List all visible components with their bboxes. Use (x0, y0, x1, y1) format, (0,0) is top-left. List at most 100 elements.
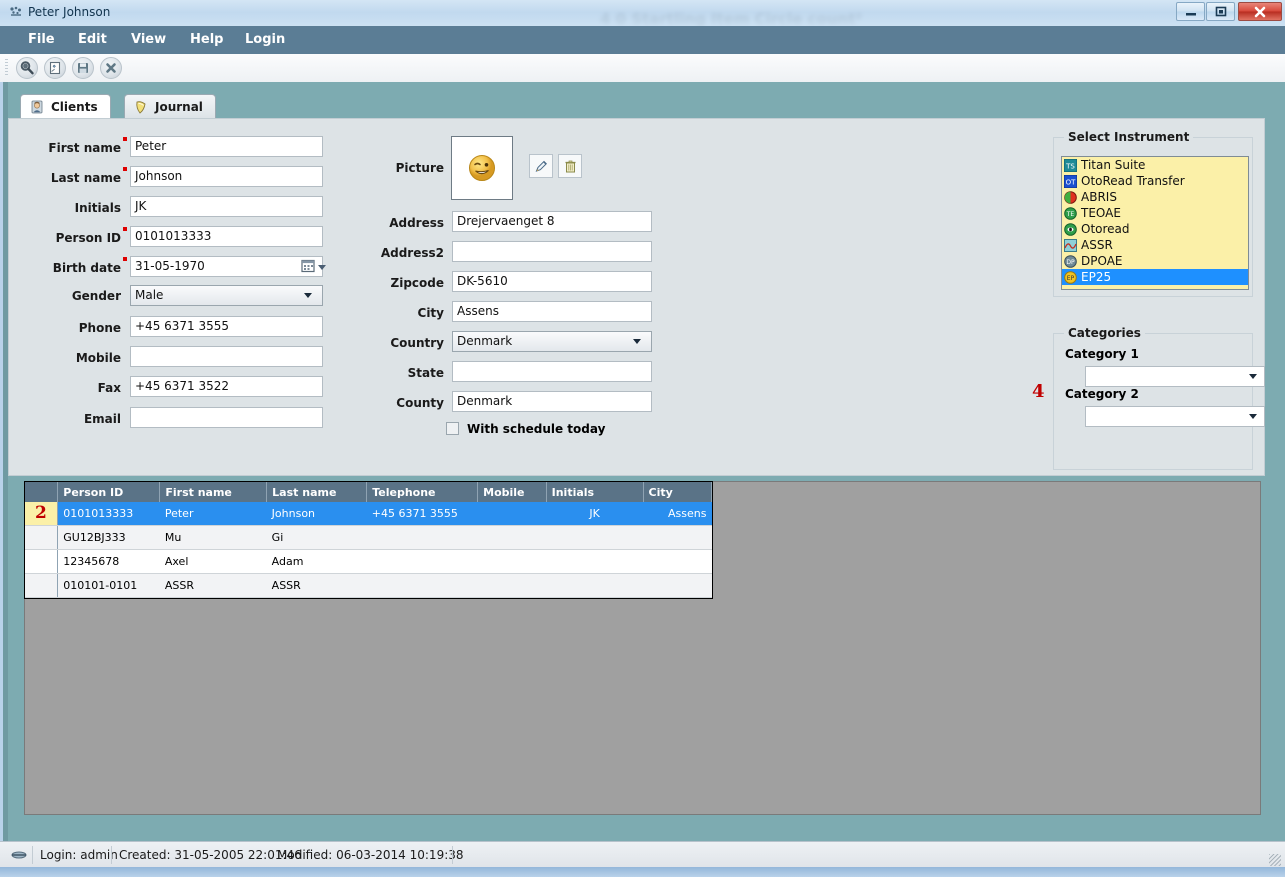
mobile-input[interactable] (130, 346, 323, 367)
column-city[interactable]: City (643, 482, 712, 502)
column-person-id[interactable]: Person ID (57, 482, 161, 502)
fax-input[interactable]: +45 6371 3522 (130, 376, 323, 397)
address2-input[interactable] (452, 241, 652, 262)
column-telephone[interactable]: Telephone (366, 482, 479, 502)
person-icon (29, 99, 45, 115)
search-button[interactable] (16, 57, 38, 79)
cell-telephone (366, 525, 478, 550)
table-row[interactable]: 2 0101013333 Peter Johnson +45 6371 3555… (25, 502, 712, 526)
cell-telephone (366, 549, 478, 574)
column-last-name[interactable]: Last name (266, 482, 368, 502)
cell-city (643, 525, 712, 550)
abris-icon (1064, 190, 1077, 204)
client-grid[interactable]: Person ID First name Last name Telephone… (24, 481, 713, 599)
country-select[interactable]: Denmark (452, 331, 652, 352)
instrument-list[interactable]: TS Titan Suite OT OtoRead Transfer ABRIS… (1061, 156, 1249, 290)
birth-date-dropdown-arrow[interactable] (318, 265, 326, 270)
person-id-input[interactable]: 0101013333 (130, 226, 323, 247)
instrument-item-ep25[interactable]: EP EP25 (1062, 269, 1248, 285)
category-1-select[interactable] (1085, 366, 1265, 387)
cell-city (643, 573, 712, 598)
otoread-icon (1064, 222, 1077, 236)
county-input[interactable]: Denmark (452, 391, 652, 412)
country-dropdown-arrow[interactable] (633, 339, 641, 344)
edit-picture-button[interactable] (529, 154, 553, 178)
svg-text:DP: DP (1066, 259, 1075, 266)
column-first-name[interactable]: First name (159, 482, 268, 502)
instrument-item-otoread-transfer[interactable]: OT OtoRead Transfer (1062, 173, 1248, 189)
column-initials[interactable]: Initials (546, 482, 644, 502)
delete-picture-button[interactable] (558, 154, 582, 178)
tab-clients[interactable]: Clients (20, 94, 111, 118)
dp-icon: DP (1064, 254, 1077, 268)
table-row[interactable]: 010101-0101 ASSR ASSR (25, 573, 712, 598)
annotation-2: 2 (35, 503, 47, 523)
cell-mobile (477, 549, 547, 574)
first-name-input[interactable]: Peter (130, 136, 323, 157)
menu-item-edit[interactable]: Edit (66, 26, 119, 54)
label-phone: Phone (78, 321, 121, 335)
instrument-item-teoae[interactable]: TE TEOAE (1062, 205, 1248, 221)
status-connection-icon (10, 848, 28, 862)
menu-item-view[interactable]: View (119, 26, 178, 54)
instrument-item-abris[interactable]: ABRIS (1062, 189, 1248, 205)
x-icon (101, 58, 121, 78)
menu-item-help[interactable]: Help (178, 26, 235, 54)
instrument-item-titan-suite[interactable]: TS Titan Suite (1062, 157, 1248, 173)
menu-item-file[interactable]: File (16, 26, 67, 54)
label-city: City (417, 306, 444, 320)
application-window: Peter Johnson File Edit View Help Login … (0, 0, 1285, 877)
gender-select[interactable]: Male (130, 285, 323, 306)
calendar-icon[interactable] (301, 259, 317, 274)
category-2-select[interactable] (1085, 406, 1265, 427)
with-schedule-today-checkbox[interactable] (446, 422, 459, 435)
label-state: State (407, 366, 444, 380)
cell-first-name: Axel (159, 549, 267, 574)
instrument-item-dpoae[interactable]: DP DPOAE (1062, 253, 1248, 269)
phone-input[interactable]: +45 6371 3555 (130, 316, 323, 337)
row-selector-cell[interactable] (25, 573, 59, 598)
minimize-button[interactable] (1176, 2, 1205, 21)
picture-thumbnail[interactable] (451, 136, 513, 200)
row-selector-cell[interactable] (25, 549, 59, 574)
gender-dropdown-arrow[interactable] (304, 293, 312, 298)
category-1-dropdown-arrow[interactable] (1249, 374, 1257, 379)
status-login: Login: admin (40, 848, 118, 862)
maximize-button[interactable] (1206, 2, 1235, 21)
toolbar-grip[interactable] (5, 59, 8, 77)
email-input[interactable] (130, 407, 323, 428)
cell-first-name: Peter (159, 502, 267, 526)
category-2-dropdown-arrow[interactable] (1249, 414, 1257, 419)
last-name-input[interactable]: Johnson (130, 166, 323, 187)
birth-date-input[interactable]: 31-05-1970 (130, 256, 323, 277)
tab-journal[interactable]: Journal (124, 94, 216, 118)
address-input[interactable]: Drejervaenget 8 (452, 211, 652, 232)
city-input[interactable]: Assens (452, 301, 652, 322)
app-icon (8, 5, 24, 21)
row-selector-cell[interactable]: 2 (25, 502, 59, 526)
close-window-button[interactable] (1238, 2, 1282, 21)
initials-input[interactable]: JK (130, 196, 323, 217)
instrument-item-otoread[interactable]: Otoread (1062, 221, 1248, 237)
instrument-item-assr[interactable]: ASSR (1062, 237, 1248, 253)
ts-icon: TS (1063, 158, 1078, 172)
cell-person-id: GU12BJ333 (57, 525, 160, 550)
label-zipcode: Zipcode (390, 276, 445, 290)
label-picture: Picture (395, 161, 444, 175)
menu-item-login[interactable]: Login (233, 26, 297, 54)
cancel-button[interactable] (100, 57, 122, 79)
cell-first-name: Mu (159, 525, 267, 550)
ot-icon: OT (1063, 174, 1078, 188)
table-row[interactable]: GU12BJ333 Mu Gi (25, 525, 712, 550)
new-client-button[interactable] (44, 57, 66, 79)
column-mobile[interactable]: Mobile (477, 482, 547, 502)
zipcode-input[interactable]: DK-5610 (452, 271, 652, 292)
toolbar: 3 (0, 54, 1285, 128)
table-row[interactable]: 12345678 Axel Adam (25, 549, 712, 574)
row-selector-cell[interactable] (25, 525, 59, 550)
resize-grip[interactable] (1269, 854, 1281, 866)
instrument-label: TEOAE (1081, 206, 1121, 220)
label-country: Country (390, 336, 444, 350)
state-input[interactable] (452, 361, 652, 382)
save-button[interactable] (72, 57, 94, 79)
